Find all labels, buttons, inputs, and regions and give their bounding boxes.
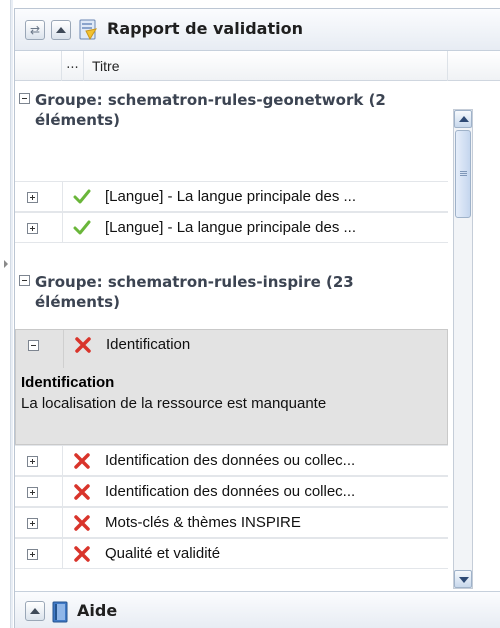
column-more[interactable]: ...: [62, 51, 84, 81]
detail-text: La localisation de la ressource est manq…: [21, 395, 327, 412]
grip-icon: [460, 171, 467, 172]
cell-divider: [62, 508, 63, 537]
cell-divider: [62, 446, 63, 475]
scroll-up-arrow-icon[interactable]: [454, 110, 472, 128]
refresh-button[interactable]: ⇄: [25, 20, 45, 40]
expand-row-icon[interactable]: [27, 549, 38, 560]
column-titre[interactable]: Titre: [84, 51, 448, 81]
item-label: Identification des données ou collec...: [105, 483, 356, 500]
check-icon: [73, 220, 91, 235]
item-label: [Langue] - La langue principale des ...: [105, 219, 357, 236]
panel-title: Rapport de validation: [107, 19, 303, 38]
list-item[interactable]: Mots-clés & thèmes INSPIRE: [15, 507, 448, 538]
help-panel-header: Aide: [15, 591, 500, 628]
item-label: Identification des données ou collec...: [105, 452, 356, 469]
cell-divider: [62, 213, 63, 242]
error-x-icon: [74, 484, 90, 500]
help-title: Aide: [77, 601, 118, 620]
panel-header: ⇄ Rapport de validation: [15, 9, 500, 51]
collapse-group-icon[interactable]: [19, 93, 30, 104]
error-x-icon: [75, 337, 91, 353]
detail-title: Identification: [21, 374, 115, 391]
cell-divider: [62, 477, 63, 506]
group-header[interactable]: Groupe: schematron-rules-geonetwork (2 é…: [15, 81, 448, 137]
list-item[interactable]: [Langue] - La langue principale des ...: [15, 212, 448, 243]
book-icon: [52, 601, 68, 623]
cell-divider: [63, 330, 64, 368]
grid-body: Groupe: schematron-rules-geonetwork (2 é…: [15, 81, 448, 591]
collapse-group-icon[interactable]: [19, 275, 30, 286]
list-item[interactable]: Qualité et validité: [15, 538, 448, 569]
group-label: Groupe: schematron-rules-geonetwork (2 é…: [35, 91, 386, 129]
cell-divider: [62, 539, 63, 568]
collapse-up-icon: [30, 608, 40, 614]
expand-arrow-icon[interactable]: [4, 260, 8, 268]
refresh-icon: ⇄: [29, 23, 41, 37]
expanded-list-item[interactable]: Identification Identification La localis…: [15, 329, 448, 445]
item-label: [Langue] - La langue principale des ...: [105, 188, 357, 205]
scroll-thumb[interactable]: [455, 130, 471, 218]
group-label: Groupe: schematron-rules-inspire (23 élé…: [35, 273, 354, 311]
expand-row-icon[interactable]: [27, 518, 38, 529]
expand-row-icon[interactable]: [27, 487, 38, 498]
column-header-row: ... Titre: [15, 51, 500, 81]
item-label: Identification: [106, 336, 191, 353]
cell-divider: [62, 182, 63, 211]
collapse-up-icon: [56, 27, 66, 33]
collapse-panel-button[interactable]: [51, 20, 71, 40]
check-icon: [73, 189, 91, 204]
collapse-row-icon[interactable]: [28, 340, 39, 351]
item-label: Qualité et validité: [105, 545, 221, 562]
list-item[interactable]: Identification des données ou collec...: [15, 445, 448, 476]
scroll-down-arrow-icon[interactable]: [454, 570, 472, 588]
list-item[interactable]: [Langue] - La langue principale des ...: [15, 181, 448, 212]
expand-row-icon[interactable]: [27, 223, 38, 234]
validation-report-panel: ⇄ Rapport de validation ... Titre Groupe…: [14, 8, 500, 628]
expand-row-icon[interactable]: [27, 456, 38, 467]
expand-row-icon[interactable]: [27, 192, 38, 203]
splitter-bar[interactable]: [10, 0, 13, 628]
group-header[interactable]: Groupe: schematron-rules-inspire (23 élé…: [15, 263, 448, 323]
error-x-icon: [74, 515, 90, 531]
item-label: Mots-clés & thèmes INSPIRE: [105, 514, 301, 531]
report-icon: [79, 19, 98, 41]
left-rail: [0, 0, 14, 628]
vertical-scrollbar[interactable]: [453, 109, 473, 589]
error-x-icon: [74, 546, 90, 562]
expand-help-button[interactable]: [25, 601, 45, 621]
column-expander: [15, 51, 62, 81]
list-item[interactable]: Identification des données ou collec...: [15, 476, 448, 507]
error-x-icon: [74, 453, 90, 469]
